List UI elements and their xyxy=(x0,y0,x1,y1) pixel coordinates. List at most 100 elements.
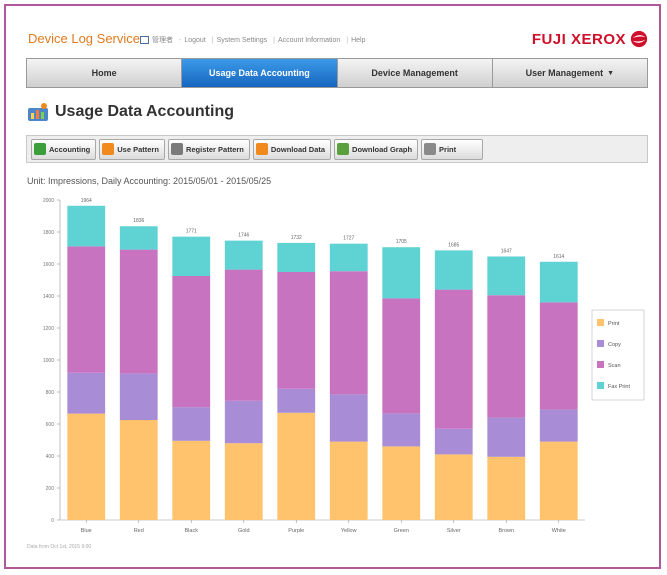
bar-segment-print xyxy=(172,440,211,520)
bar-segment-scan xyxy=(224,269,263,401)
bar-segment-scan xyxy=(487,295,526,418)
bar-segment-scan xyxy=(67,246,106,373)
bar-segment-print xyxy=(329,441,368,520)
bar-segment-scan xyxy=(119,249,158,374)
bar-segment-copy xyxy=(277,388,316,413)
x-tick-label: Silver xyxy=(447,528,461,534)
y-tick-label: 1400 xyxy=(43,294,54,300)
bar-total-label: 1685 xyxy=(448,242,459,248)
y-tick-label: 2000 xyxy=(43,198,54,204)
legend-swatch xyxy=(597,319,604,326)
print-icon xyxy=(424,143,437,155)
user-links: 管理者 - Logout | System Settings | Account Infor… xyxy=(140,35,369,45)
bar-segment-fax-print xyxy=(119,226,158,250)
legend-label: Scan xyxy=(608,363,621,369)
usage-chart-icon xyxy=(28,103,48,121)
nav-usage-data-accounting[interactable]: Usage Data Accounting xyxy=(182,59,338,87)
x-tick-label: Green xyxy=(394,528,409,534)
bar-total-label: 1836 xyxy=(133,218,144,224)
user-name[interactable]: 管理者 xyxy=(152,37,173,44)
page-header: Usage Data Accounting xyxy=(27,102,234,122)
bar-segment-scan xyxy=(172,276,211,408)
register-pattern-icon xyxy=(170,143,183,155)
user-icon xyxy=(140,36,149,45)
x-tick-label: Blue xyxy=(81,528,92,534)
x-tick-label: Yellow xyxy=(341,528,357,534)
x-tick-label: Purple xyxy=(288,528,304,534)
download-data-button[interactable]: Download Data xyxy=(252,138,332,160)
bar-segment-copy xyxy=(172,407,211,441)
y-tick-label: 600 xyxy=(46,422,55,428)
legend-swatch xyxy=(597,382,604,389)
y-tick-label: 1200 xyxy=(43,326,54,332)
use-pattern-button[interactable]: Use Pattern xyxy=(99,138,165,160)
accounting-button-label: Accounting xyxy=(49,144,91,154)
logout-link[interactable]: Logout xyxy=(184,37,205,44)
bar-segment-print xyxy=(277,412,316,520)
bar-total-label: 1771 xyxy=(186,229,197,235)
bar-segment-fax-print xyxy=(434,250,473,290)
bar-segment-copy xyxy=(382,413,421,447)
bar-segment-scan xyxy=(539,302,578,410)
bar-segment-print xyxy=(224,443,263,520)
legend-label: Copy xyxy=(608,342,621,348)
x-tick-label: Brown xyxy=(498,528,514,534)
bar-segment-copy xyxy=(487,417,526,457)
download-graph-button[interactable]: Download Graph xyxy=(334,138,419,160)
x-tick-label: White xyxy=(552,528,566,534)
y-tick-label: 400 xyxy=(46,454,55,460)
y-tick-label: 1000 xyxy=(43,358,54,364)
accounting-button[interactable]: Accounting xyxy=(31,138,97,160)
nav-device-management-label: Device Management xyxy=(371,68,458,78)
account-information-link[interactable]: Account Information xyxy=(278,37,340,44)
nav-user-management[interactable]: User Management ▼ xyxy=(492,59,647,87)
register-pattern-button[interactable]: Register Pattern xyxy=(167,138,250,160)
bar-segment-scan xyxy=(382,298,421,414)
fuji-xerox-logo-icon xyxy=(630,30,648,48)
y-tick-label: 1800 xyxy=(43,230,54,236)
bar-segment-fax-print xyxy=(487,256,526,296)
bar-segment-fax-print xyxy=(67,205,106,247)
unit-description: Unit: Impressions, Daily Accounting: 201… xyxy=(27,176,272,186)
bar-segment-fax-print xyxy=(172,236,211,276)
accounting-icon xyxy=(34,143,46,155)
use-pattern-button-label: Use Pattern xyxy=(117,144,159,154)
main-nav: Home Usage Data Accounting Device Manage… xyxy=(26,58,648,88)
download-data-icon xyxy=(255,143,268,155)
bar-segment-copy xyxy=(67,372,106,414)
service-title: Device Log Service xyxy=(28,31,140,46)
bar-segment-fax-print xyxy=(539,261,578,303)
nav-home[interactable]: Home xyxy=(27,59,183,87)
bar-segment-copy xyxy=(539,409,578,442)
toolbar: Accounting Use Pattern Register Pattern … xyxy=(26,135,648,163)
print-button-label: Print xyxy=(439,144,457,154)
y-tick-label: 800 xyxy=(46,390,55,396)
bar-segment-scan xyxy=(434,289,473,429)
brand-name: FUJI XEROX xyxy=(531,30,626,48)
help-link[interactable]: Help xyxy=(351,37,365,44)
bar-segment-scan xyxy=(277,272,316,389)
legend-swatch xyxy=(597,361,604,368)
bar-segment-copy xyxy=(329,394,368,442)
nav-device-management[interactable]: Device Management xyxy=(337,59,493,87)
print-button[interactable]: Print xyxy=(421,138,484,160)
bar-segment-print xyxy=(434,454,473,520)
bar-segment-print xyxy=(382,446,421,520)
register-pattern-button-label: Register Pattern xyxy=(185,144,244,154)
legend-label: Fax Print xyxy=(608,384,630,390)
usage-stacked-bar-chart: 0 200 400 600 800 1000 1200 1400 1600 1800 2000 196… xyxy=(43,198,645,534)
bar-total-label: 1614 xyxy=(553,254,564,260)
page-title: Usage Data Accounting xyxy=(55,103,234,120)
bar-segment-fax-print xyxy=(277,242,316,272)
bar-segment-fax-print xyxy=(329,243,368,272)
chevron-down-icon: ▼ xyxy=(607,69,615,77)
bar-total-label: 1727 xyxy=(343,236,354,242)
bar-segment-print xyxy=(119,420,158,520)
bar-segment-print xyxy=(67,413,106,520)
bar-total-label: 1732 xyxy=(291,235,302,241)
bar-segment-copy xyxy=(224,400,263,444)
y-tick-label: 0 xyxy=(51,518,54,524)
x-tick-label: Gold xyxy=(238,528,250,534)
system-settings-link[interactable]: System Settings xyxy=(217,37,268,44)
bar-segment-copy xyxy=(434,428,473,455)
